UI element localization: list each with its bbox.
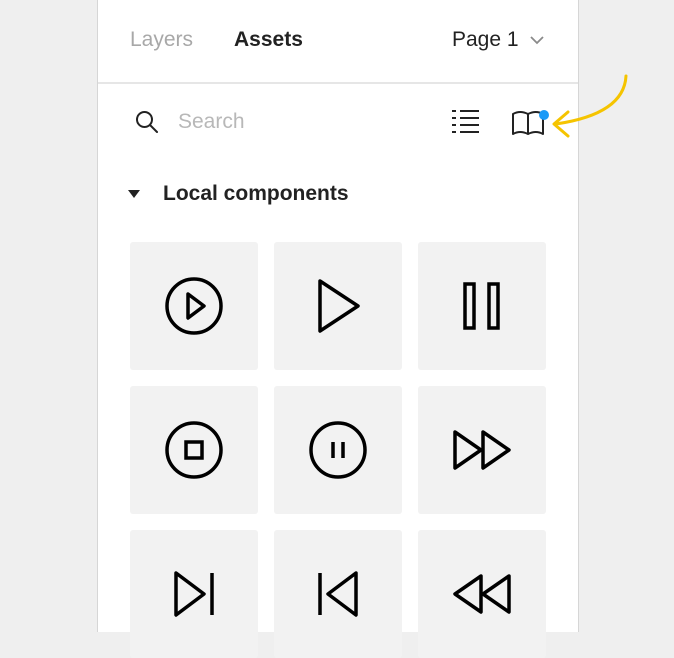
component-tile-skip-back[interactable] (274, 530, 402, 658)
tab-assets[interactable]: Assets (234, 26, 303, 54)
search-icon (136, 111, 158, 133)
panel-tabs: Layers Assets Page 1 (98, 0, 578, 84)
component-tile-skip-forward[interactable] (130, 530, 258, 658)
component-tile-fast-forward[interactable] (418, 386, 546, 514)
component-tile-pause-circle[interactable] (274, 386, 402, 514)
rewind-icon (453, 574, 511, 614)
pause-circle-icon (309, 421, 367, 479)
page-selector[interactable]: Page 1 (452, 26, 544, 54)
component-tile-stop-circle[interactable] (130, 386, 258, 514)
stop-circle-icon (165, 421, 223, 479)
curved-arrow-icon (552, 74, 628, 138)
skip-back-icon (318, 571, 358, 617)
pause-icon (463, 282, 500, 330)
list-view-icon[interactable] (451, 108, 481, 136)
component-tile-play[interactable] (274, 242, 402, 370)
page-selector-value: Page 1 (452, 28, 519, 51)
chevron-down-icon (530, 36, 544, 45)
component-tile-pause[interactable] (418, 242, 546, 370)
play-circle-icon (165, 277, 223, 335)
fast-forward-icon (453, 430, 511, 470)
local-components-header[interactable]: Local components (126, 180, 546, 210)
play-icon (318, 279, 360, 333)
assets-panel: Layers Assets Page 1 Local components (97, 0, 579, 658)
tab-layers[interactable]: Layers (130, 26, 193, 54)
component-tile-play-circle[interactable] (130, 242, 258, 370)
section-title: Local components (163, 182, 349, 205)
skip-forward-icon (174, 571, 214, 617)
component-tile-rewind[interactable] (418, 530, 546, 658)
search-input[interactable] (170, 106, 408, 138)
caret-down-icon (128, 190, 140, 198)
